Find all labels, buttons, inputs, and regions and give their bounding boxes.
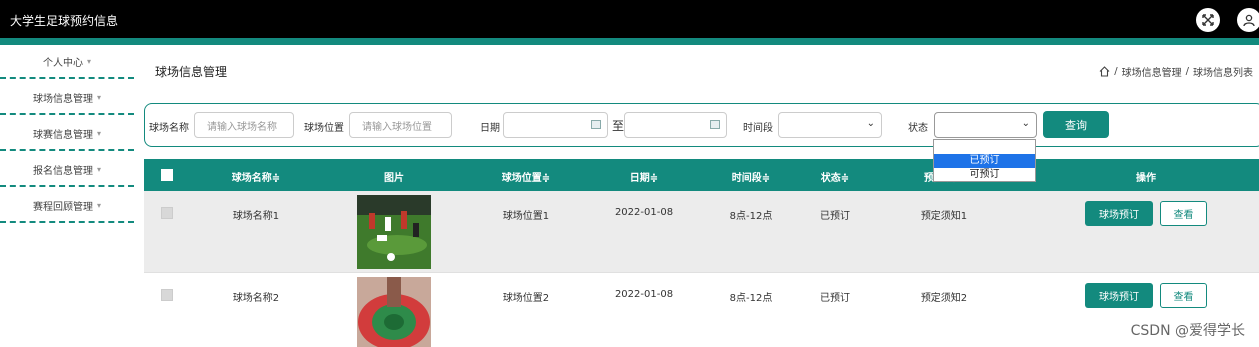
- top-bar: 大学生足球预约信息: [0, 0, 1259, 38]
- sidebar-item-schedule-review[interactable]: 赛程回顾管理 ▾: [0, 189, 134, 223]
- column-header-period[interactable]: 时间段≑: [732, 169, 770, 184]
- status-label: 状态: [908, 123, 928, 134]
- cell-notice: 预定须知1: [920, 211, 968, 222]
- field-location-label: 球场位置: [304, 123, 344, 134]
- caret-down-icon: ▾: [96, 128, 101, 138]
- chevron-down-icon: ⌄: [866, 118, 875, 129]
- breadcrumb-separator: /: [1114, 66, 1118, 77]
- calendar-icon: [591, 120, 601, 129]
- period-label: 时间段: [743, 123, 773, 134]
- breadcrumb-item: 球场信息列表: [1193, 68, 1253, 79]
- cell-period: 8点-12点: [729, 293, 773, 304]
- row-checkbox[interactable]: [161, 207, 173, 219]
- page-title: 球场信息管理: [155, 65, 228, 79]
- field-name-input[interactable]: 请输入球场名称: [194, 112, 294, 138]
- column-header-date[interactable]: 日期≑: [630, 169, 658, 184]
- app-title: 大学生足球预约信息: [10, 14, 119, 28]
- status-option-booked[interactable]: 已预订: [934, 154, 1035, 168]
- row-checkbox[interactable]: [161, 289, 173, 301]
- soccer-photo-image: [357, 195, 431, 269]
- cell-notice: 预定须知2: [920, 293, 968, 304]
- main-content: 球场信息管理 / 球场信息管理 / 球场信息列表 球场名称 请输入球场名称 球场…: [134, 45, 1259, 347]
- calendar-icon: [710, 120, 720, 129]
- period-select[interactable]: ⌄: [778, 112, 882, 138]
- chevron-down-icon: ⌄: [1021, 118, 1030, 129]
- sidebar-item-label: 球场信息管理: [32, 93, 93, 105]
- field-location-input[interactable]: 请输入球场位置: [349, 112, 452, 138]
- status-select[interactable]: ⌄: [934, 112, 1037, 138]
- date-label: 日期: [480, 123, 500, 134]
- field-image: [357, 277, 431, 347]
- caret-down-icon: ▾: [96, 164, 101, 174]
- table-header: 球场名称≑ 图片 球场位置≑ 日期≑ 时间段≑ 状态≑ 预定须知 操作: [144, 159, 1259, 191]
- breadcrumb-separator: /: [1185, 66, 1189, 77]
- cell-date: 2022-01-08: [614, 207, 674, 218]
- fullscreen-button[interactable]: [1196, 8, 1220, 32]
- query-button[interactable]: 查询: [1043, 111, 1109, 138]
- date-end-input[interactable]: [624, 112, 727, 138]
- expand-icon: [1202, 14, 1214, 26]
- sidebar-item-personal-center[interactable]: 个人中心 ▾: [0, 45, 134, 79]
- cell-location: 球场位置2: [502, 293, 550, 304]
- column-header-image: 图片: [384, 173, 404, 184]
- accent-strip: [0, 38, 1259, 45]
- caret-down-icon: ▾: [96, 200, 101, 210]
- home-icon[interactable]: [1099, 66, 1110, 77]
- book-field-button[interactable]: 球场预订: [1085, 201, 1153, 226]
- status-option-available[interactable]: 可预订: [934, 168, 1035, 182]
- search-panel: 球场名称 请输入球场名称 球场位置 请输入球场位置 日期 至 时间段 ⌄ 状态 …: [144, 103, 1259, 147]
- cell-status: 已预订: [820, 211, 850, 222]
- status-dropdown-menu: 已预订 可预订: [933, 139, 1036, 182]
- sidebar-item-label: 报名信息管理: [32, 165, 93, 177]
- user-button[interactable]: [1237, 8, 1259, 32]
- cell-status: 已预订: [820, 293, 850, 304]
- column-header-status[interactable]: 状态≑: [821, 169, 849, 184]
- view-button[interactable]: 查看: [1160, 201, 1207, 226]
- field-photo-image: [357, 277, 431, 347]
- cell-name: 球场名称2: [232, 293, 280, 304]
- sidebar-item-field-info[interactable]: 球场信息管理 ▾: [0, 81, 134, 115]
- date-range-separator: 至: [612, 119, 625, 133]
- sidebar: 个人中心 ▾ 球场信息管理 ▾ 球赛信息管理 ▾ 报名信息管理 ▾ 赛程回顾管理 ▾: [0, 45, 134, 347]
- cell-period: 8点-12点: [729, 211, 773, 222]
- caret-down-icon: ▾: [96, 92, 101, 102]
- caret-down-icon: ▾: [86, 56, 91, 66]
- view-button[interactable]: 查看: [1160, 283, 1207, 308]
- field-table: 球场名称≑ 图片 球场位置≑ 日期≑ 时间段≑ 状态≑ 预定须知 操作 球场名称…: [144, 159, 1259, 347]
- sidebar-item-label: 个人中心: [42, 57, 83, 69]
- book-field-button[interactable]: 球场预订: [1085, 283, 1153, 308]
- sidebar-item-label: 赛程回顾管理: [32, 201, 93, 213]
- date-start-input[interactable]: [503, 112, 608, 138]
- field-image: [357, 195, 431, 269]
- column-header-name[interactable]: 球场名称≑: [232, 169, 280, 184]
- sidebar-item-registration[interactable]: 报名信息管理 ▾: [0, 153, 134, 187]
- sidebar-item-label: 球赛信息管理: [32, 129, 93, 141]
- cell-name: 球场名称1: [232, 211, 280, 222]
- table-row: 球场名称2 球场位置2 2022-01-08 8点-12点 已预订 预定须知2 …: [144, 273, 1259, 347]
- cell-location: 球场位置1: [502, 211, 550, 222]
- field-name-label: 球场名称: [149, 123, 189, 134]
- watermark: CSDN @爱得学长: [1130, 323, 1245, 339]
- select-all-checkbox[interactable]: [161, 169, 173, 181]
- status-option-empty[interactable]: [934, 140, 1035, 154]
- sidebar-item-match-info[interactable]: 球赛信息管理 ▾: [0, 117, 134, 151]
- table-row: 球场名称1 球场位置1 2022-01-08 8点-12点 已预订 预定须知1: [144, 191, 1259, 273]
- column-header-actions: 操作: [1136, 173, 1156, 184]
- breadcrumb-item[interactable]: 球场信息管理: [1122, 64, 1182, 79]
- user-icon: [1243, 14, 1255, 27]
- breadcrumb: / 球场信息管理 / 球场信息列表: [1099, 64, 1253, 79]
- cell-date: 2022-01-08: [614, 289, 674, 300]
- column-header-location[interactable]: 球场位置≑: [502, 169, 550, 184]
